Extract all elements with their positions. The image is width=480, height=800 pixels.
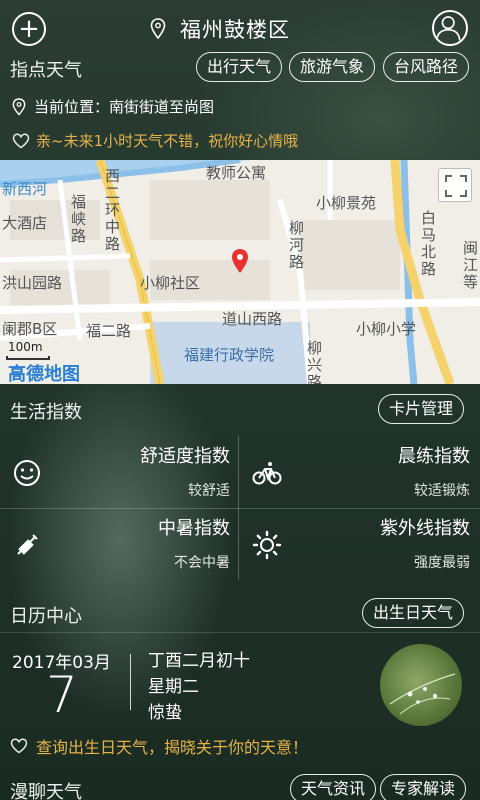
tourism-weather-button[interactable]: 旅游气象: [289, 52, 376, 82]
current-location: 当前位置：南街街道至尚图: [12, 96, 214, 117]
map-provider-logo: 高德地图: [8, 364, 80, 384]
life-index-title: 生活指数: [10, 402, 82, 423]
solar-term: 惊蛰: [148, 703, 182, 723]
map-label: 柳河路: [287, 220, 305, 271]
weather-section-title: 指点天气: [10, 60, 82, 81]
card-manage-button[interactable]: 卡片管理: [378, 394, 465, 424]
map-scale-label: 100m: [8, 340, 43, 354]
sun-icon: [252, 530, 282, 560]
plus-circle-icon: +: [18, 14, 40, 44]
solar-term-image[interactable]: [380, 644, 462, 726]
index-value: 较舒适: [188, 483, 230, 499]
index-value: 强度最弱: [414, 555, 470, 571]
life-index-grid: 舒适度指数 较舒适 晨练指数 较适锻炼 中暑指数 不会中暑 紫外线指数 强度最弱: [0, 436, 480, 580]
map-label: 洪山园路: [2, 274, 63, 292]
heart-icon: [12, 133, 30, 148]
smiley-icon: [14, 460, 40, 486]
map-label: 柳兴路: [305, 340, 323, 384]
calendar-divider: [0, 632, 480, 633]
map-label: 福峡路: [69, 194, 87, 245]
index-name: 中暑指数: [158, 518, 230, 539]
birthday-weather-button[interactable]: 出生日天气: [362, 598, 465, 628]
calendar-header: 日历中心 出生日天气: [0, 596, 480, 632]
map-label: 白马北路: [419, 210, 437, 278]
location-pin-icon: [12, 97, 26, 116]
calendar-title: 日历中心: [10, 606, 82, 627]
weather-section-header: 指点天气 出行天气 旅游气象 台风路径: [0, 50, 480, 86]
map-view[interactable]: 新西河 西二环中路 福峡路 大酒店 洪山园路 阑郡B区 福二路 小柳社区 教师公…: [0, 160, 480, 384]
top-bar: + 福州鼓楼区: [0, 0, 480, 56]
weather-news-button[interactable]: 天气资讯: [290, 774, 377, 800]
index-name: 紫外线指数: [380, 518, 470, 539]
life-index-card-exercise[interactable]: 晨练指数 较适锻炼: [240, 436, 480, 508]
birthday-tip-text: 查询出生日天气，揭晓关于你的天意！: [36, 738, 309, 757]
map-label: 福二路: [86, 322, 132, 340]
life-index-card-comfort[interactable]: 舒适度指数 较舒适: [0, 436, 240, 508]
lunar-date: 丁酉二月初十: [148, 651, 250, 671]
map-label: 福建行政学院: [184, 346, 275, 364]
calendar-separator: [130, 654, 131, 710]
index-name: 舒适度指数: [140, 446, 230, 467]
chat-weather-header: 漫聊天气 天气资讯 专家解读: [0, 772, 480, 800]
map-fullscreen-button[interactable]: [438, 168, 472, 202]
travel-weather-button[interactable]: 出行天气: [196, 52, 283, 82]
calendar-day: 7: [46, 666, 78, 724]
index-name: 晨练指数: [398, 446, 470, 467]
weather-tip-text: 亲~未来1小时天气不错，祝你好心情哦: [36, 132, 299, 150]
map-label: 闽江等: [461, 240, 479, 291]
location-pin-icon: [150, 18, 166, 40]
life-index-header: 生活指数 卡片管理: [0, 392, 480, 428]
heart-icon: [10, 738, 28, 754]
map-label: 教师公寓: [206, 164, 267, 182]
expert-interpretation-button[interactable]: 专家解读: [380, 774, 467, 800]
map-label: 道山西路: [222, 310, 283, 328]
user-profile-button[interactable]: [432, 10, 468, 46]
map-label: 小柳景苑: [316, 194, 377, 212]
map-label: 小柳社区: [140, 274, 201, 292]
chat-weather-title: 漫聊天气: [10, 782, 82, 800]
birthday-tip[interactable]: 查询出生日天气，揭晓关于你的天意！: [10, 734, 308, 758]
weather-tip: 亲~未来1小时天气不错，祝你好心情哦: [12, 130, 298, 151]
typhoon-path-button[interactable]: 台风路径: [383, 52, 470, 82]
life-index-card-heatstroke[interactable]: 中暑指数 不会中暑: [0, 508, 240, 580]
map-label: 小柳小学: [356, 320, 417, 338]
location-title[interactable]: 福州鼓楼区: [150, 14, 290, 44]
syringe-icon: [17, 534, 38, 555]
user-avatar-icon: [435, 16, 461, 41]
map-marker-icon: [232, 249, 248, 273]
index-value: 较适锻炼: [414, 483, 470, 499]
index-value: 不会中暑: [174, 555, 230, 571]
current-location-text: 当前位置：南街街道至尚图: [34, 98, 215, 116]
weekday: 星期二: [148, 677, 199, 697]
lunar-info: 丁酉二月初十 星期二 惊蛰: [148, 648, 250, 726]
bicycle-icon: [252, 462, 282, 485]
map-label: 西二环中路: [103, 168, 121, 253]
add-city-button[interactable]: +: [12, 12, 46, 46]
expand-icon: [445, 175, 467, 197]
life-index-card-uv[interactable]: 紫外线指数 强度最弱: [240, 508, 480, 580]
plant-illustration: [389, 673, 456, 715]
map-label: 大酒店: [2, 214, 48, 232]
map-label: 阑郡B区: [2, 320, 58, 338]
map-label: 新西河: [2, 180, 48, 198]
city-name: 福州鼓楼区: [180, 18, 290, 42]
